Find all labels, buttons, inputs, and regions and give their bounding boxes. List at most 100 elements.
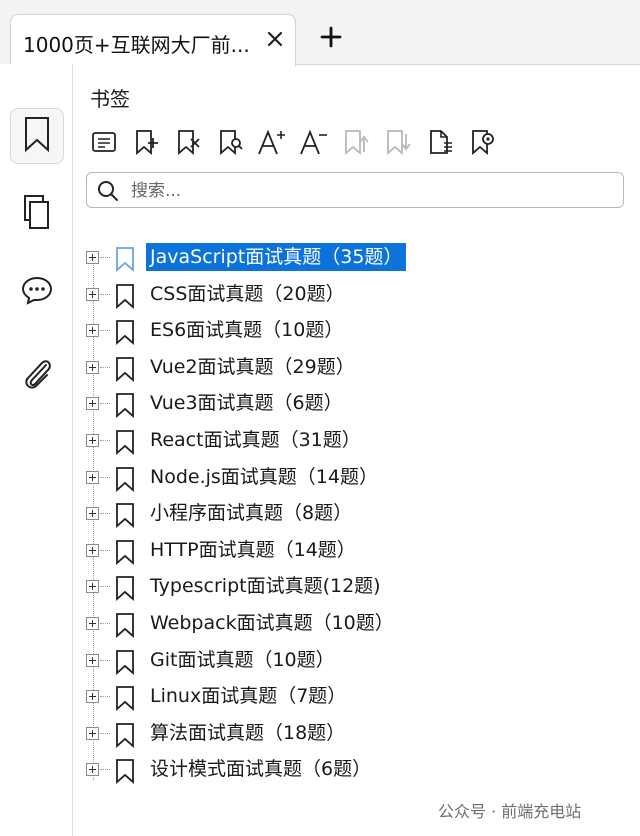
bookmark-item[interactable]: 设计模式面试真题（6题） <box>80 752 620 788</box>
bookmark-label[interactable]: Typescript面试真题(12题) <box>146 572 385 600</box>
expand-toggle-icon[interactable] <box>86 507 99 521</box>
tree-branch-line <box>100 403 110 405</box>
tree-branch-line <box>100 476 110 478</box>
search-icon <box>97 180 119 206</box>
rail-attachments-button[interactable] <box>10 348 64 404</box>
panel-title: 书签 <box>90 87 130 111</box>
tree-branch-line <box>100 696 110 698</box>
expand-toggle-icon[interactable] <box>86 470 99 484</box>
bookmark-icon <box>114 612 136 642</box>
bookmark-label[interactable]: Linux面试真题（7题） <box>146 682 350 710</box>
bookmark-label[interactable]: React面试真题（31题） <box>146 426 365 454</box>
bookmark-icon <box>114 649 136 679</box>
pages-icon <box>21 193 53 235</box>
bookmark-label[interactable]: CSS面试真题（20题） <box>146 280 349 308</box>
tab-title: 1000页+互联网大厂前... <box>23 33 250 57</box>
expand-toggle-icon[interactable] <box>86 690 99 704</box>
bookmark-label[interactable]: 设计模式面试真题（6题） <box>146 755 375 783</box>
bookmark-item[interactable]: Git面试真题（10题） <box>80 643 620 679</box>
bookmark-icon <box>114 392 136 422</box>
add-bookmark-icon[interactable] <box>130 126 162 158</box>
page-properties-icon[interactable] <box>424 126 456 158</box>
expand-toggle-icon[interactable] <box>86 617 99 630</box>
bookmark-icon <box>114 429 136 459</box>
bookmark-icon <box>114 502 136 532</box>
bookmark-item[interactable]: ES6面试真题（10题） <box>80 313 620 349</box>
expand-toggle-icon[interactable] <box>86 360 99 374</box>
tree-branch-line <box>100 293 110 295</box>
decrease-font-icon[interactable] <box>298 126 330 158</box>
tree-branch-line <box>100 769 110 771</box>
bookmark-label[interactable]: Vue2面试真题（29题） <box>146 353 359 381</box>
paperclip-icon <box>20 355 54 397</box>
tree-branch-line <box>100 623 110 624</box>
tree-branch-line <box>100 257 110 258</box>
bookmark-item[interactable]: CSS面试真题（20题） <box>80 277 620 313</box>
expand-toggle-icon[interactable] <box>86 543 99 557</box>
bookmark-icon <box>114 685 136 715</box>
bookmark-label[interactable]: JavaScript面试真题（35题） <box>146 243 407 271</box>
bookmark-label[interactable]: Webpack面试真题（10题） <box>146 609 398 637</box>
bookmark-item[interactable]: React面试真题（31题） <box>80 423 620 459</box>
bookmark-item[interactable]: HTTP面试真题（14题） <box>80 533 620 569</box>
close-icon[interactable] <box>263 27 287 51</box>
bookmark-item[interactable]: Webpack面试真题（10题） <box>80 606 620 642</box>
delete-bookmark-icon[interactable] <box>172 126 204 158</box>
bookmark-label[interactable]: Vue3面试真题（6题） <box>146 389 347 417</box>
expand-toggle-icon[interactable] <box>86 324 99 338</box>
expand-toggle-icon[interactable] <box>86 580 99 594</box>
expand-toggle-icon[interactable] <box>86 763 99 777</box>
rail-comments-button[interactable] <box>10 264 64 320</box>
bookmark-icon <box>114 246 136 276</box>
tab-strip: 1000页+互联网大厂前... <box>0 0 640 66</box>
outline-view-icon[interactable] <box>88 126 120 158</box>
bookmark-label[interactable]: Git面试真题（10题） <box>146 646 339 674</box>
tree-branch-line <box>100 659 110 661</box>
bookmark-item[interactable]: Node.js面试真题（14题） <box>80 460 620 496</box>
bookmark-icon <box>114 283 136 313</box>
expand-toggle-icon[interactable] <box>86 653 99 667</box>
find-bookmark-icon[interactable] <box>214 126 246 158</box>
bookmark-item[interactable]: Typescript面试真题(12题) <box>80 569 620 605</box>
bookmark-label[interactable]: Node.js面试真题（14题） <box>146 463 382 491</box>
rail-bookmarks-button[interactable] <box>10 108 64 164</box>
bookmark-item[interactable]: Vue2面试真题（29题） <box>80 350 620 386</box>
expand-toggle-icon[interactable] <box>86 251 99 264</box>
tree-branch-line <box>100 330 110 332</box>
expand-toggle-icon[interactable] <box>86 434 99 447</box>
bookmark-label[interactable]: ES6面试真题（10题） <box>146 316 347 344</box>
tree-branch-line <box>100 513 110 515</box>
tree-branch-line <box>100 440 110 441</box>
bookmark-icon <box>114 466 136 496</box>
bookmark-label[interactable]: 小程序面试真题（8题） <box>146 499 356 527</box>
bookmark-item[interactable]: Linux面试真题（7题） <box>80 679 620 715</box>
document-tab[interactable]: 1000页+互联网大厂前... <box>10 14 296 66</box>
expand-toggle-icon[interactable] <box>86 726 99 740</box>
bookmark-icon <box>114 356 136 386</box>
bookmark-label[interactable]: HTTP面试真题（14题） <box>146 536 360 564</box>
comment-icon <box>20 274 54 310</box>
search-input[interactable] <box>129 178 613 204</box>
bookmark-item[interactable]: 小程序面试真题（8题） <box>80 496 620 532</box>
plus-icon[interactable] <box>316 22 346 52</box>
bookmark-item[interactable]: 算法面试真题（18题） <box>80 716 620 752</box>
bookmark-item[interactable]: JavaScript面试真题（35题） <box>80 240 620 276</box>
increase-font-icon[interactable] <box>256 126 288 158</box>
move-down-icon <box>382 126 414 158</box>
expand-toggle-icon[interactable] <box>86 287 99 301</box>
bookmark-icon <box>114 722 136 752</box>
side-rail <box>0 64 73 836</box>
bookmark-label[interactable]: 算法面试真题（18题） <box>146 719 349 747</box>
rail-pages-button[interactable] <box>10 186 64 242</box>
bookmark-icon <box>114 319 136 349</box>
bookmark-icon <box>22 115 52 157</box>
watermark: 公众号 · 前端充电站 <box>438 802 582 821</box>
tree-branch-line <box>100 549 110 551</box>
bookmark-settings-icon[interactable] <box>466 126 498 158</box>
bookmark-icon <box>114 575 136 605</box>
tree-branch-line <box>100 732 110 734</box>
move-up-icon <box>340 126 372 158</box>
expand-toggle-icon[interactable] <box>86 397 99 411</box>
tree-branch-line <box>100 366 110 368</box>
bookmark-item[interactable]: Vue3面试真题（6题） <box>80 386 620 422</box>
